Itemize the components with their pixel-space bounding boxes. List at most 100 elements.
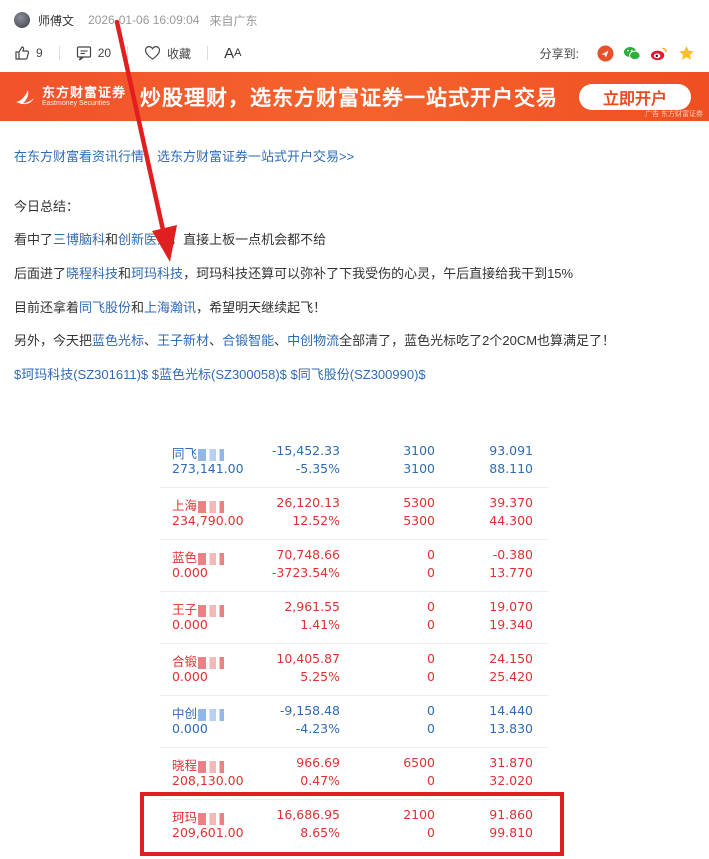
text: 另外，今天把 xyxy=(14,333,93,348)
mosaic-blur xyxy=(198,656,225,669)
holding-row[interactable]: 合锻 0.000 10,405.87 5.25% 0 0 24.150 25.420 xyxy=(160,644,549,696)
stock-link[interactable]: 合锻智能 xyxy=(222,333,274,348)
holding-row[interactable]: 蓝色 0.000 70,748.66 -3723.54% 0 0 -0.380 13.770 xyxy=(160,540,549,592)
current-price: 13.770 xyxy=(489,565,533,580)
holdings-table: 同飞 273,141.00 -15,452.33 -5.35% 3100 3100 93.0… xyxy=(160,436,549,852)
available-qty: 0 xyxy=(427,721,435,736)
stock-link[interactable]: 上海瀚讯 xyxy=(144,300,196,315)
stock-link[interactable]: 蓝色光标 xyxy=(92,333,144,348)
stock-link[interactable]: 三博脑科 xyxy=(53,232,105,247)
stock-name-masked: 上海 xyxy=(172,495,225,514)
font-size-toggle[interactable]: AA xyxy=(224,45,241,62)
stock-tag[interactable]: $同飞股份(SZ300990)$ xyxy=(291,367,426,382)
stock-link[interactable]: 珂玛科技 xyxy=(131,266,183,281)
stock-name: 王子 xyxy=(172,602,198,617)
comment-icon xyxy=(76,46,91,61)
divider xyxy=(58,46,60,60)
comment-count: 20 xyxy=(97,46,112,60)
market-value: 273,141.00 xyxy=(172,461,244,476)
post-meta: 师傅文 2026-01-06 16:09:04 来自广东 xyxy=(14,10,257,30)
market-value: 0.000 xyxy=(172,565,208,580)
paragraph-3: 目前还拿着同飞股份和上海瀚讯，希望明天继续起飞！ xyxy=(14,297,326,316)
holding-row[interactable]: 王子 0.000 2,961.55 1.41% 0 0 19.070 19.340 xyxy=(160,592,549,644)
available-qty: 0 xyxy=(427,773,435,788)
stock-name-masked: 同飞 xyxy=(172,443,225,462)
profit-loss: 2,961.55 xyxy=(284,599,340,614)
position-qty: 0 xyxy=(427,547,435,562)
stock-link[interactable]: 王子新材 xyxy=(157,333,209,348)
stock-link[interactable]: 晓程科技 xyxy=(66,266,118,281)
profit-loss: 966.69 xyxy=(296,755,340,770)
available-qty: 0 xyxy=(427,669,435,684)
stock-link[interactable]: 创新医疗 xyxy=(118,232,170,247)
market-value: 234,790.00 xyxy=(172,513,244,528)
position-qty: 0 xyxy=(427,651,435,666)
stock-link[interactable]: 同飞股份 xyxy=(79,300,131,315)
promo-link[interactable]: 在东方财富看资讯行情，选东方财富证券一站式开户交易>> xyxy=(14,146,354,165)
banner-slogan: 炒股理财，选东方财富证券一站式开户交易 xyxy=(140,86,558,110)
profit-loss: -9,158.48 xyxy=(279,703,340,718)
stock-name: 合锻 xyxy=(172,654,198,669)
divider xyxy=(127,46,129,60)
mosaic-blur xyxy=(198,708,225,721)
mosaic-blur xyxy=(198,760,225,773)
action-bar: 9 20 收藏 AA 分享到: xyxy=(14,43,695,63)
author-avatar[interactable] xyxy=(14,12,30,28)
comment-button[interactable]: 20 xyxy=(76,45,111,61)
post-location: 来自广东 xyxy=(209,13,258,28)
paragraph-1: 看中了三博脑科和创新医疗，直接上板一点机会都不给 xyxy=(14,229,326,248)
summary-heading: 今日总结： xyxy=(14,199,80,214)
stock-link[interactable]: 中创物流 xyxy=(287,333,339,348)
cost-price: 39.370 xyxy=(489,495,533,510)
text: 和 xyxy=(105,232,119,247)
logo-name-en: Eastmoney Securities xyxy=(42,99,110,107)
font-size-small: A xyxy=(234,47,242,59)
holding-row[interactable]: 上海 234,790.00 26,120.13 12.52% 5300 5300 39.37… xyxy=(160,488,549,540)
cost-price: 93.091 xyxy=(489,443,533,458)
share-weibo-icon[interactable] xyxy=(650,44,668,62)
profit-loss: 70,748.66 xyxy=(276,547,340,562)
stock-tag[interactable]: $珂玛科技(SZ301611)$ xyxy=(14,367,148,382)
ad-banner[interactable]: 东方财富证券 Eastmoney Securities 炒股理财，选东方财富证券… xyxy=(0,72,709,121)
position-qty: 3100 xyxy=(403,443,435,458)
share-eastmoney-icon[interactable] xyxy=(596,44,614,62)
broker-logo: 东方财富证券 Eastmoney Securities xyxy=(0,72,130,121)
stock-tag[interactable]: $蓝色光标(SZ300058)$ xyxy=(152,367,287,382)
holding-row[interactable]: 同飞 273,141.00 -15,452.33 -5.35% 3100 3100 93.0… xyxy=(160,436,549,488)
available-qty: 0 xyxy=(427,565,435,580)
stock-name-masked: 合锻 xyxy=(172,651,225,670)
share-star-icon[interactable] xyxy=(677,44,695,62)
paragraph-2: 后面进了晓程科技和珂玛科技，珂玛科技还算可以弥补了下我受伤的心灵，午后直接给我干… xyxy=(14,263,573,282)
text: 全部清了，蓝色光标吃了2个20CM也算满足了！ xyxy=(339,333,616,348)
author-name[interactable]: 师傅文 xyxy=(38,12,74,29)
share-label: 分享到: xyxy=(539,46,579,61)
text: 目前还拿着 xyxy=(14,300,80,315)
available-qty: 0 xyxy=(427,617,435,632)
current-price: 88.110 xyxy=(489,461,533,476)
position-qty: 6500 xyxy=(403,755,435,770)
favorite-button[interactable]: 收藏 xyxy=(144,45,191,62)
text: 和 xyxy=(118,266,132,281)
market-value: 0.000 xyxy=(172,721,208,736)
text: 、 xyxy=(209,333,223,348)
stock-name: 蓝色 xyxy=(172,550,198,565)
profit-loss-pct: 1.41% xyxy=(300,617,340,632)
current-price: 19.340 xyxy=(489,617,533,632)
available-qty: 5300 xyxy=(403,513,435,528)
profit-loss-pct: 0.47% xyxy=(300,773,340,788)
share-wechat-icon[interactable] xyxy=(623,44,641,62)
logo-name: 东方财富证券 xyxy=(42,84,127,100)
open-account-button[interactable]: 立即开户 xyxy=(579,84,691,110)
text: ，珂玛科技还算可以弥补了下我受伤的心灵，午后直接给我干到15% xyxy=(183,266,574,281)
like-count: 9 xyxy=(36,46,43,60)
holding-row[interactable]: 中创 0.000 -9,158.48 -4.23% 0 0 14.440 13.830 xyxy=(160,696,549,748)
like-button[interactable]: 9 xyxy=(14,45,43,61)
mosaic-blur xyxy=(198,448,225,461)
current-price: 13.830 xyxy=(489,721,533,736)
current-price: 32.020 xyxy=(489,773,533,788)
position-qty: 5300 xyxy=(403,495,435,510)
ad-tag: 广告 东方财富证券 xyxy=(645,111,703,118)
text: 、 xyxy=(274,333,288,348)
text: ，希望明天继续起飞！ xyxy=(196,300,327,315)
market-value: 208,130.00 xyxy=(172,773,244,788)
